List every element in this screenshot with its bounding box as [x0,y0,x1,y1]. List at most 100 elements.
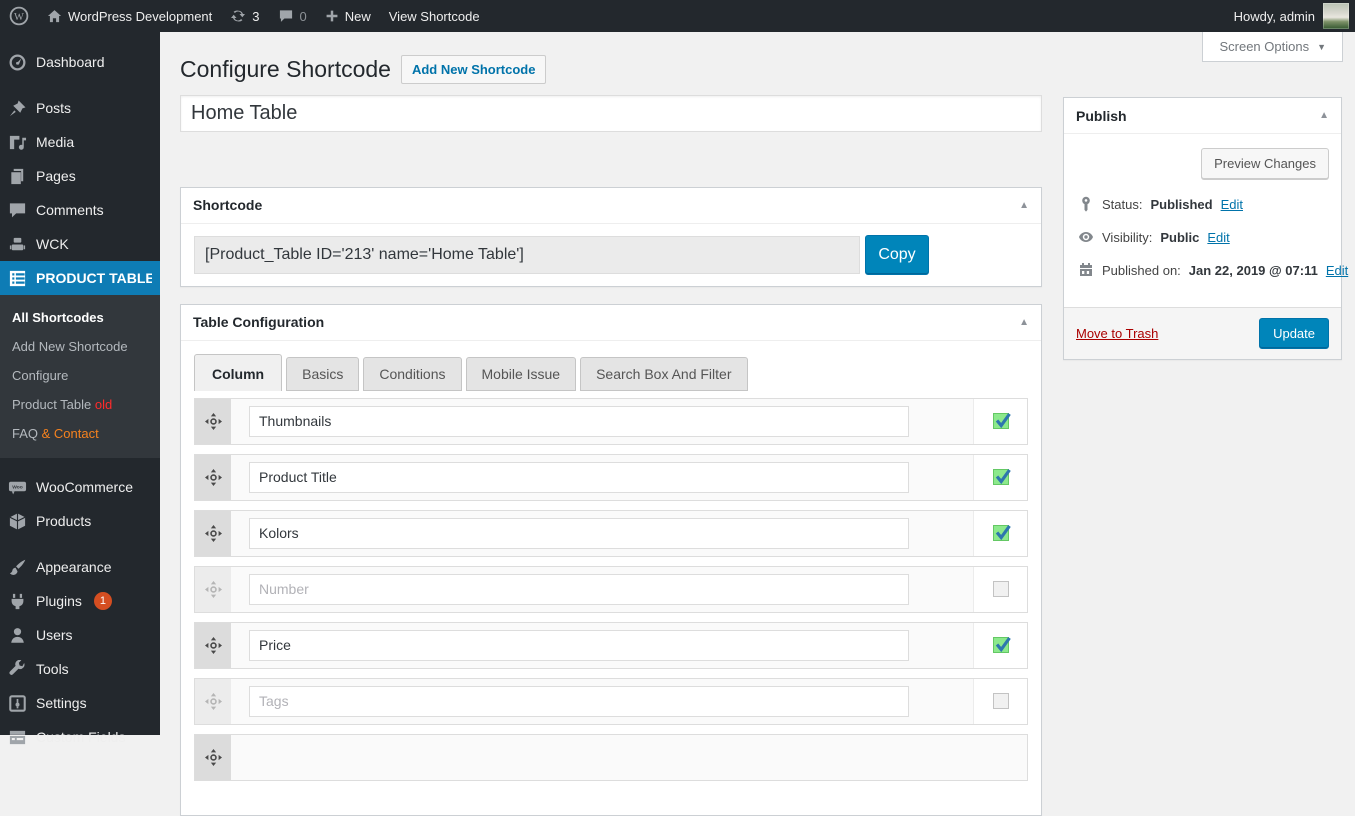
submenu-item-faq-contact[interactable]: FAQ & Contact [0,419,160,448]
column-enabled-checkbox[interactable] [992,469,1011,486]
submenu-item-configure[interactable]: Configure [0,361,160,390]
visibility-row: Visibility: Public Edit [1078,229,1327,245]
column-enabled-checkbox[interactable] [992,637,1011,654]
edit-visibility-link[interactable]: Edit [1207,230,1229,245]
sidebar-item-product-table[interactable]: PRODUCT TABLE [0,261,160,295]
sidebar-item-label: Posts [36,100,72,116]
published-value: Jan 22, 2019 @ 07:11 [1188,262,1318,278]
drag-handle[interactable] [195,678,231,724]
pages-icon [8,167,27,186]
svg-text:W: W [14,12,24,23]
chevron-down-icon: ▼ [1317,41,1326,52]
table-row-tags [194,677,1028,725]
update-count: 3 [252,8,260,24]
tab-search-box-and-filter[interactable]: Search Box And Filter [580,356,748,391]
preview-changes-button[interactable]: Preview Changes [1201,148,1329,179]
sidebar-item-wck[interactable]: WCK [0,227,160,261]
column-enable-cell [973,566,1027,612]
sidebar-item-posts[interactable]: Posts [0,91,160,125]
sidebar-item-settings[interactable]: Settings [0,686,160,720]
drag-handle[interactable] [195,566,231,612]
svg-text:Woo: Woo [12,484,23,490]
sidebar-item-woocommerce[interactable]: Woo WooCommerce [0,470,160,504]
column-title-input[interactable] [249,629,909,661]
tab-mobile-issue[interactable]: Mobile Issue [465,356,577,391]
sidebar-item-appearance[interactable]: Appearance [0,550,160,584]
table-row-partial [194,733,1028,781]
update-icon [230,8,246,24]
column-title-input[interactable] [249,405,909,437]
comments-icon [8,201,27,220]
table-configuration-title: Table Configuration [193,314,325,331]
submenu-item-add-new-shortcode[interactable]: Add New Shortcode [0,332,160,361]
account-menu[interactable]: Howdy, admin [1234,3,1355,29]
plugins-update-badge: 1 [93,592,112,610]
drag-handle[interactable] [195,734,231,780]
table-row-price [194,621,1028,669]
add-new-shortcode-button[interactable]: Add New Shortcode [400,55,547,85]
sidebar-item-label: Pages [36,168,76,184]
sidebar-item-media[interactable]: Media [0,125,160,159]
publish-panel-title: Publish [1076,107,1127,124]
collapse-toggle-icon[interactable]: ▲ [1019,317,1029,328]
column-title-input[interactable] [249,517,909,549]
sidebar-item-label: WooCommerce [36,479,133,495]
drag-handle[interactable] [195,454,231,500]
copy-button[interactable]: Copy [865,234,929,275]
site-name-menu[interactable]: WordPress Development [38,0,221,32]
sidebar-item-custom-fields[interactable]: Custom Fields [0,720,160,754]
sidebar-item-users[interactable]: Users [0,618,160,652]
collapse-toggle-icon[interactable]: ▲ [1319,110,1329,121]
sidebar-item-pages[interactable]: Pages [0,159,160,193]
screen-options-button[interactable]: Screen Options ▼ [1202,32,1343,62]
tab-conditions[interactable]: Conditions [363,356,462,391]
home-icon [47,9,62,24]
published-on-row: Published on: Jan 22, 2019 @ 07:11 Edit [1078,262,1348,278]
new-menu[interactable]: New [316,0,380,32]
column-enabled-checkbox[interactable] [992,413,1011,430]
comment-count: 0 [299,8,307,24]
column-enable-cell [973,454,1027,500]
submenu-item-all-shortcodes[interactable]: All Shortcodes [0,303,160,332]
howdy-text: Howdy, admin [1233,8,1315,24]
drag-handle[interactable] [195,510,231,556]
column-title-input[interactable] [249,685,909,717]
sidebar-item-label: Comments [36,202,104,218]
pin-icon [8,99,27,118]
submenu-item-product-table-old[interactable]: Product Table old [0,390,160,419]
tab-column[interactable]: Column [194,353,283,391]
updates-menu[interactable]: 3 [221,0,268,32]
drag-handle[interactable] [195,622,231,668]
sidebar-item-tools[interactable]: Tools [0,652,160,686]
edit-status-link[interactable]: Edit [1221,197,1243,212]
column-enabled-checkbox[interactable] [992,581,1009,598]
move-to-trash-link[interactable]: Move to Trash [1076,326,1158,341]
column-enabled-checkbox[interactable] [992,693,1009,710]
media-icon [8,133,27,152]
update-button[interactable]: Update [1259,318,1329,349]
column-enable-cell [973,398,1027,444]
column-enable-cell [973,678,1027,724]
sidebar-item-label: Dashboard [36,54,105,70]
shortcode-text-input[interactable] [194,235,860,274]
eye-icon [1079,232,1093,242]
sidebar-item-dashboard[interactable]: Dashboard [0,45,160,79]
column-rows [194,397,1028,781]
drag-handle[interactable] [195,398,231,444]
column-enabled-checkbox[interactable] [992,525,1011,542]
status-value: Published [1150,196,1213,212]
comments-menu[interactable]: 0 [269,0,316,32]
post-title-input[interactable] [180,94,1042,132]
collapse-toggle-icon[interactable]: ▲ [1019,200,1029,211]
sidebar-item-products[interactable]: Products [0,504,160,538]
sidebar-item-plugins[interactable]: Plugins 1 [0,584,160,618]
admin-content: Screen Options ▼ Configure Shortcode Add… [160,32,1355,816]
edit-published-link[interactable]: Edit [1326,263,1348,278]
column-title-input[interactable] [249,461,909,493]
wordpress-logo-menu[interactable]: W [0,0,38,32]
view-shortcode-menu[interactable]: View Shortcode [380,0,489,32]
tab-basics[interactable]: Basics [286,356,360,391]
sidebar-item-comments[interactable]: Comments [0,193,160,227]
column-title-input[interactable] [249,573,909,605]
sidebar-item-label: Media [36,134,75,150]
